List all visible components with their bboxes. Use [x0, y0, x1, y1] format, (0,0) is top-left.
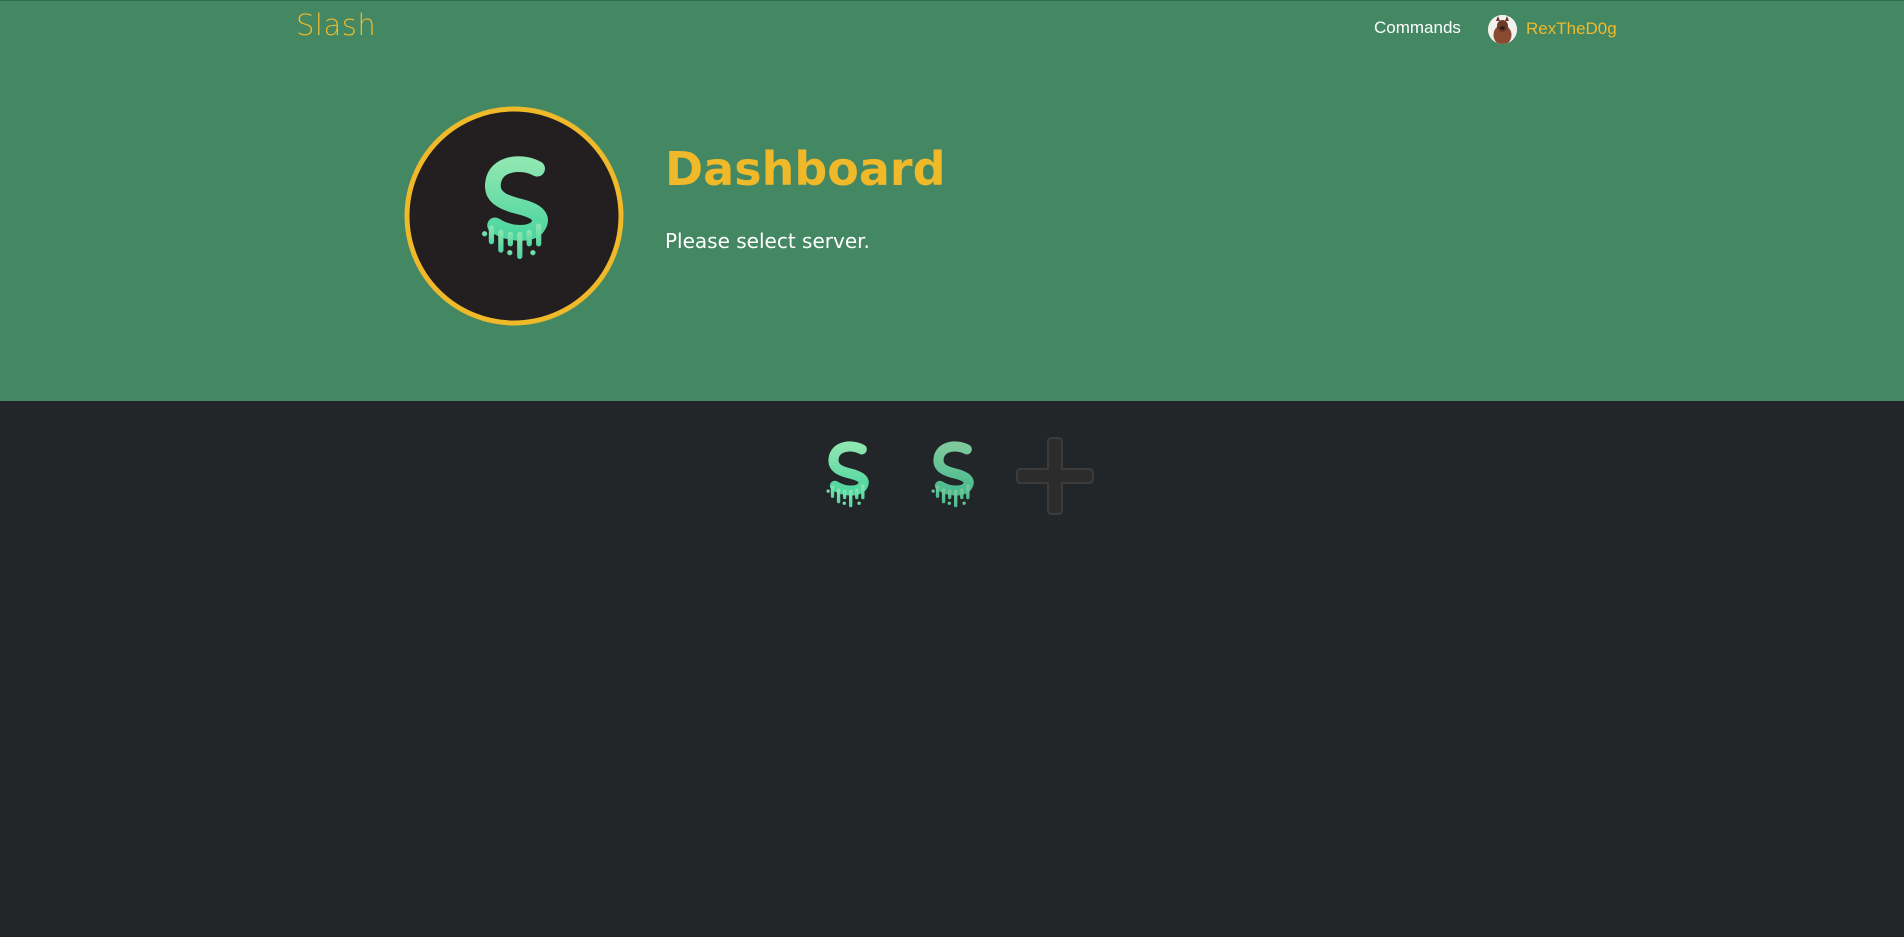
avatar-dog-icon — [1488, 14, 1517, 44]
page-title: Dashboard — [665, 142, 946, 196]
server-item[interactable] — [917, 440, 987, 510]
avatar — [1488, 14, 1517, 44]
nav-commands-link[interactable]: Commands — [1374, 18, 1461, 38]
server-item[interactable] — [812, 440, 882, 510]
slash-logo-icon — [917, 440, 987, 510]
plus-icon — [1016, 437, 1094, 515]
slash-logo-icon — [812, 440, 882, 510]
user-name: RexTheD0g — [1526, 19, 1617, 38]
page-subtitle: Please select server. — [665, 229, 870, 253]
brand-logo-link[interactable]: Slash — [296, 8, 376, 42]
top-border — [0, 0, 1904, 1]
slash-bot-logo — [404, 106, 624, 326]
add-server-button[interactable] — [1015, 436, 1095, 516]
user-menu[interactable]: RexTheD0g — [1488, 14, 1617, 44]
hero-banner: Slash Commands RexTheD0g Dashboard Pleas… — [0, 0, 1904, 401]
